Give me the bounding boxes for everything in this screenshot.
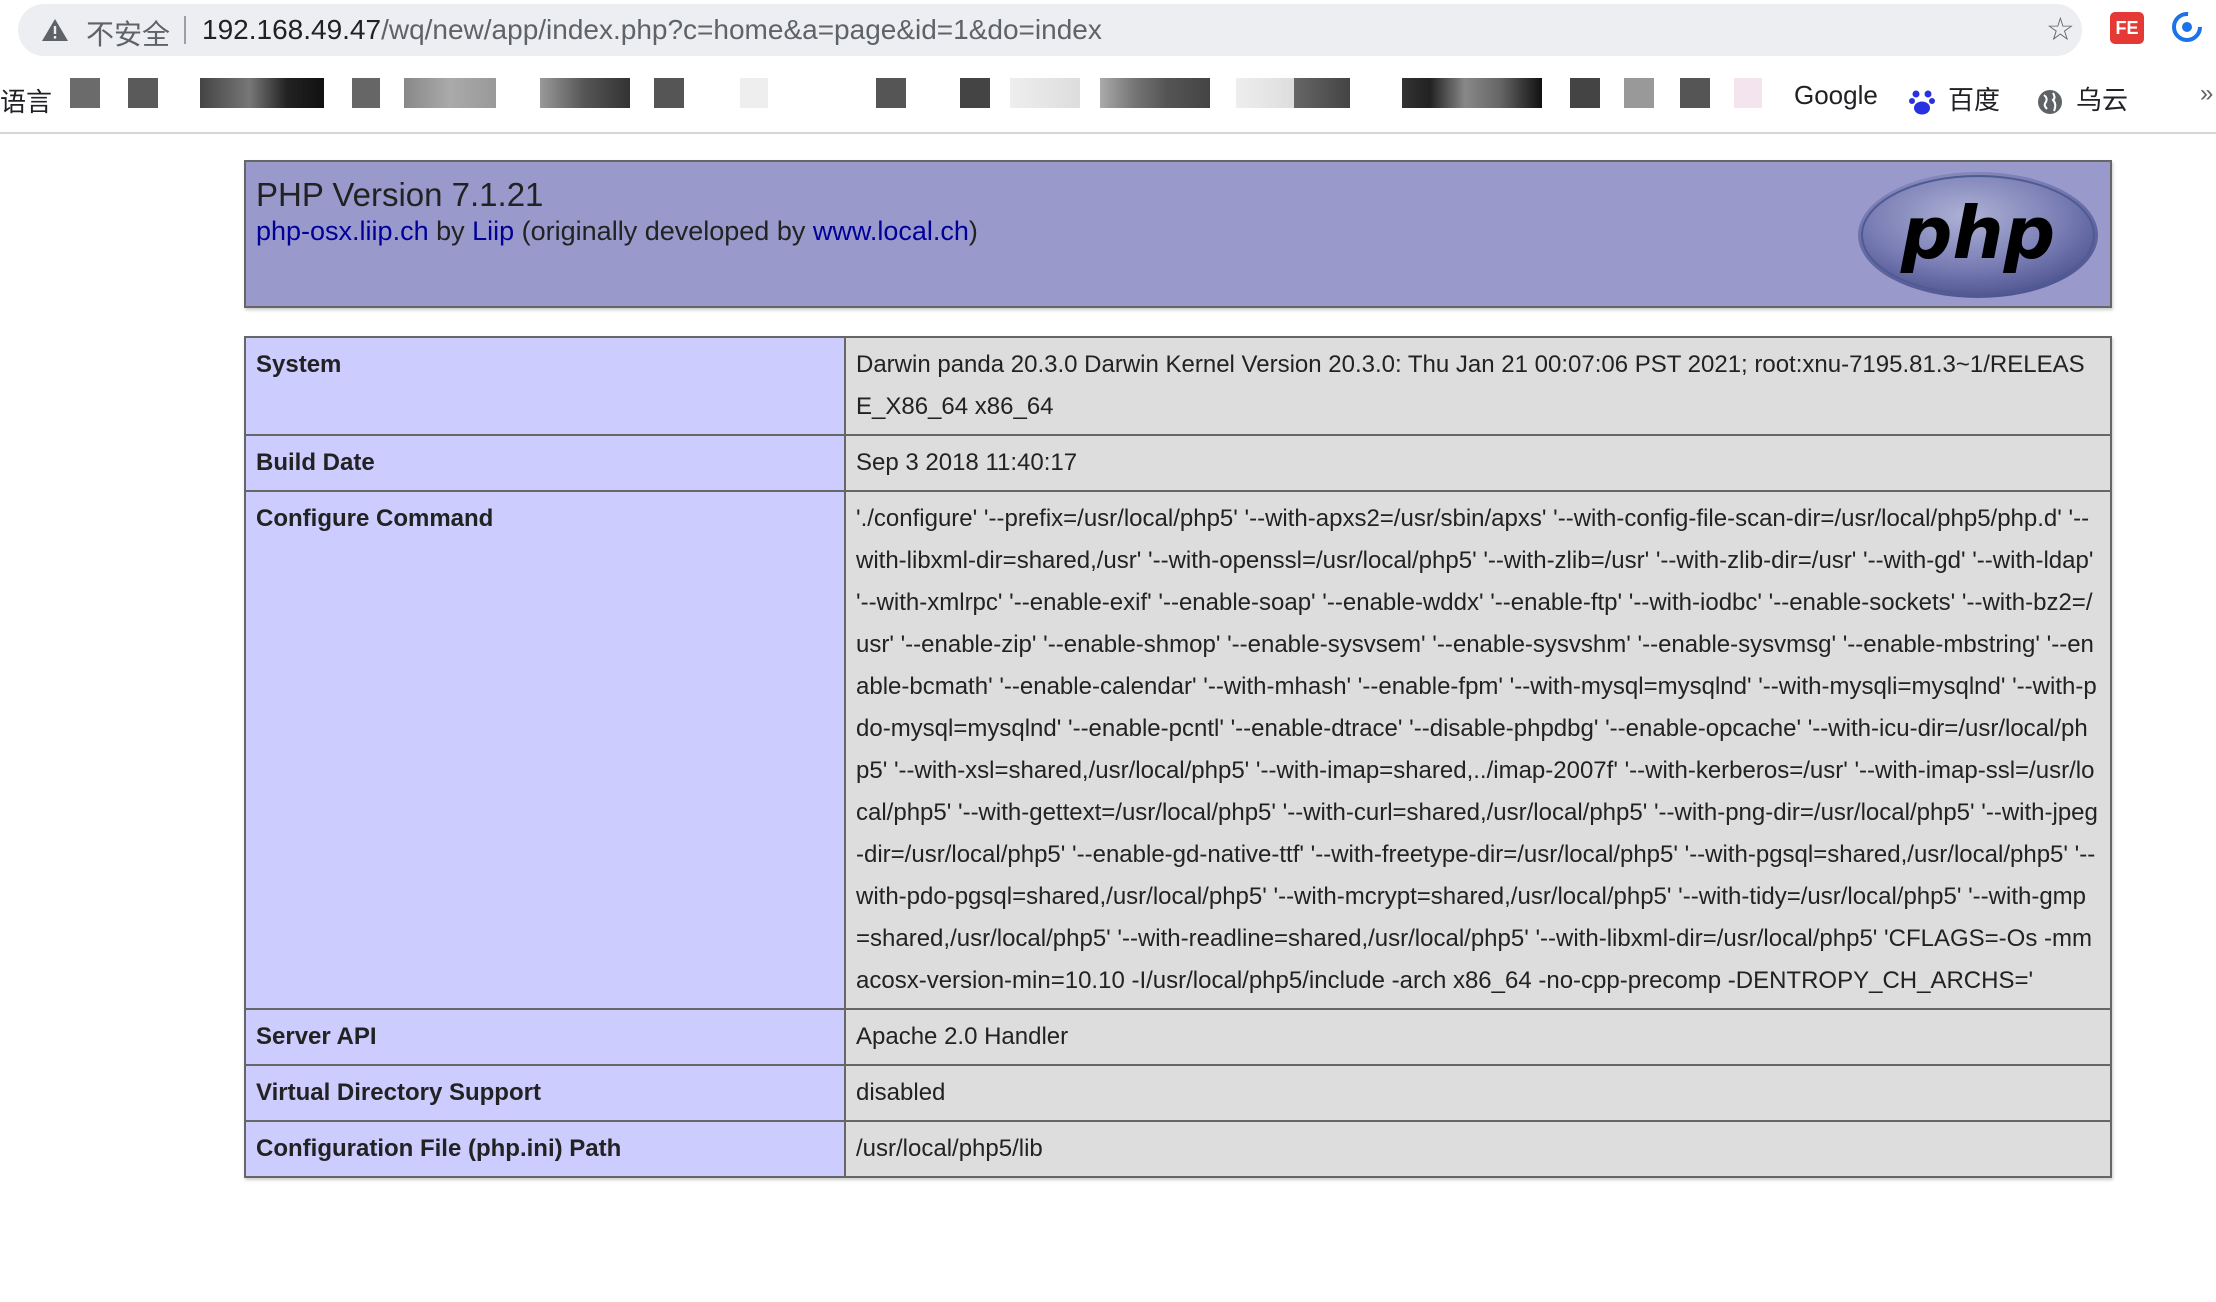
bookmark-item-baidu[interactable]: 百度 <box>1908 80 2000 117</box>
table-row: Configure Command './configure' '--prefi… <box>244 490 2112 1010</box>
more-bookmarks-chevron-icon[interactable]: » <box>2200 80 2213 108</box>
php-version-header: PHP Version 7.1.21 php-osx.liip.ch by Li… <box>244 160 2112 308</box>
obscured-bookmark[interactable] <box>654 78 684 108</box>
table-row: Virtual Directory Support disabled <box>244 1064 2112 1122</box>
bookmark-item-google[interactable]: Google <box>1794 80 1878 111</box>
bookmark-label: 乌云 <box>2076 85 2129 115</box>
obscured-bookmark[interactable] <box>1100 78 1210 108</box>
info-key: System <box>244 336 846 436</box>
obscured-bookmark[interactable] <box>1294 78 1350 108</box>
url-text[interactable]: 192.168.49.47/wq/new/app/index.php?c=hom… <box>202 14 1102 46</box>
info-key: Configure Command <box>244 490 846 1010</box>
bookmark-label: Google <box>1794 80 1878 110</box>
obscured-bookmark[interactable] <box>1680 78 1710 108</box>
php-logo-text: php <box>1900 191 2055 275</box>
baidu-paw-icon <box>1909 90 1935 115</box>
address-bar[interactable]: 不安全 192.168.49.47/wq/new/app/index.php?c… <box>18 4 2082 56</box>
php-info-table: System Darwin panda 20.3.0 Darwin Kernel… <box>244 336 2112 1178</box>
php-distributor-line: php-osx.liip.ch by Liip (originally deve… <box>256 216 978 247</box>
url-path: /wq/new/app/index.php?c=home&a=page&id=1… <box>381 14 1102 45</box>
bookmark-item-wooyun[interactable]: 乌云 <box>2036 80 2128 117</box>
obscured-bookmark[interactable] <box>1734 78 1762 108</box>
bookmark-item-language[interactable]: 语言 <box>0 82 52 119</box>
liip-link[interactable]: Liip <box>472 216 514 246</box>
url-host: 192.168.49.47 <box>202 14 382 45</box>
obscured-bookmark[interactable] <box>1570 78 1600 108</box>
table-row: Configuration File (php.ini) Path /usr/l… <box>244 1120 2112 1178</box>
info-key: Configuration File (php.ini) Path <box>244 1120 846 1178</box>
info-value: './configure' '--prefix=/usr/local/php5'… <box>844 490 2112 1010</box>
table-row: Server API Apache 2.0 Handler <box>244 1008 2112 1066</box>
warning-triangle-icon <box>42 19 68 41</box>
not-secure-label[interactable]: 不安全 <box>86 13 170 53</box>
obscured-bookmark[interactable] <box>1624 78 1654 108</box>
bookmark-star-icon[interactable]: ☆ <box>2046 13 2075 45</box>
close-paren: ) <box>968 216 978 246</box>
obscured-bookmark[interactable] <box>960 78 990 108</box>
php-logo[interactable]: php <box>1856 170 2100 300</box>
info-key: Virtual Directory Support <box>244 1064 846 1122</box>
obscured-bookmark[interactable] <box>540 78 630 108</box>
obscured-bookmark[interactable] <box>1402 78 1542 108</box>
by-text: by <box>428 216 473 246</box>
obscured-bookmark[interactable] <box>1010 78 1080 108</box>
table-row: System Darwin panda 20.3.0 Darwin Kernel… <box>244 336 2112 436</box>
obscured-bookmark[interactable] <box>876 78 906 108</box>
table-row: Build Date Sep 3 2018 11:40:17 <box>244 434 2112 492</box>
refresh-extension-icon[interactable] <box>2170 10 2204 44</box>
info-value: /usr/local/php5/lib <box>844 1120 2112 1178</box>
info-value: Sep 3 2018 11:40:17 <box>844 434 2112 492</box>
info-key: Build Date <box>244 434 846 492</box>
obscured-bookmark[interactable] <box>1236 78 1296 108</box>
bookmarks-bar: 语言 Google 百度 乌云 » <box>0 70 2216 122</box>
local-ch-link[interactable]: www.local.ch <box>813 216 969 246</box>
obscured-bookmark[interactable] <box>404 78 496 108</box>
obscured-bookmark[interactable] <box>352 78 380 108</box>
obscured-bookmark[interactable] <box>740 78 768 108</box>
info-key: Server API <box>244 1008 846 1066</box>
globe-icon <box>2038 90 2062 115</box>
phpinfo-page: PHP Version 7.1.21 php-osx.liip.ch by Li… <box>244 160 2112 1178</box>
obscured-bookmark[interactable] <box>70 78 100 108</box>
info-value: Apache 2.0 Handler <box>844 1008 2112 1066</box>
distributor-link[interactable]: php-osx.liip.ch <box>256 216 429 246</box>
info-value: Darwin panda 20.3.0 Darwin Kernel Versio… <box>844 336 2112 436</box>
bookmark-label: 百度 <box>1948 85 2001 115</box>
info-value: disabled <box>844 1064 2112 1122</box>
address-separator <box>184 16 186 44</box>
obscured-bookmark[interactable] <box>200 78 324 108</box>
fe-extension-icon[interactable]: FE <box>2110 12 2144 44</box>
originally-text: (originally developed by <box>514 216 813 246</box>
browser-chrome: 不安全 192.168.49.47/wq/new/app/index.php?c… <box>0 0 2216 134</box>
obscured-bookmark[interactable] <box>128 78 158 108</box>
php-version-title: PHP Version 7.1.21 <box>256 176 544 213</box>
